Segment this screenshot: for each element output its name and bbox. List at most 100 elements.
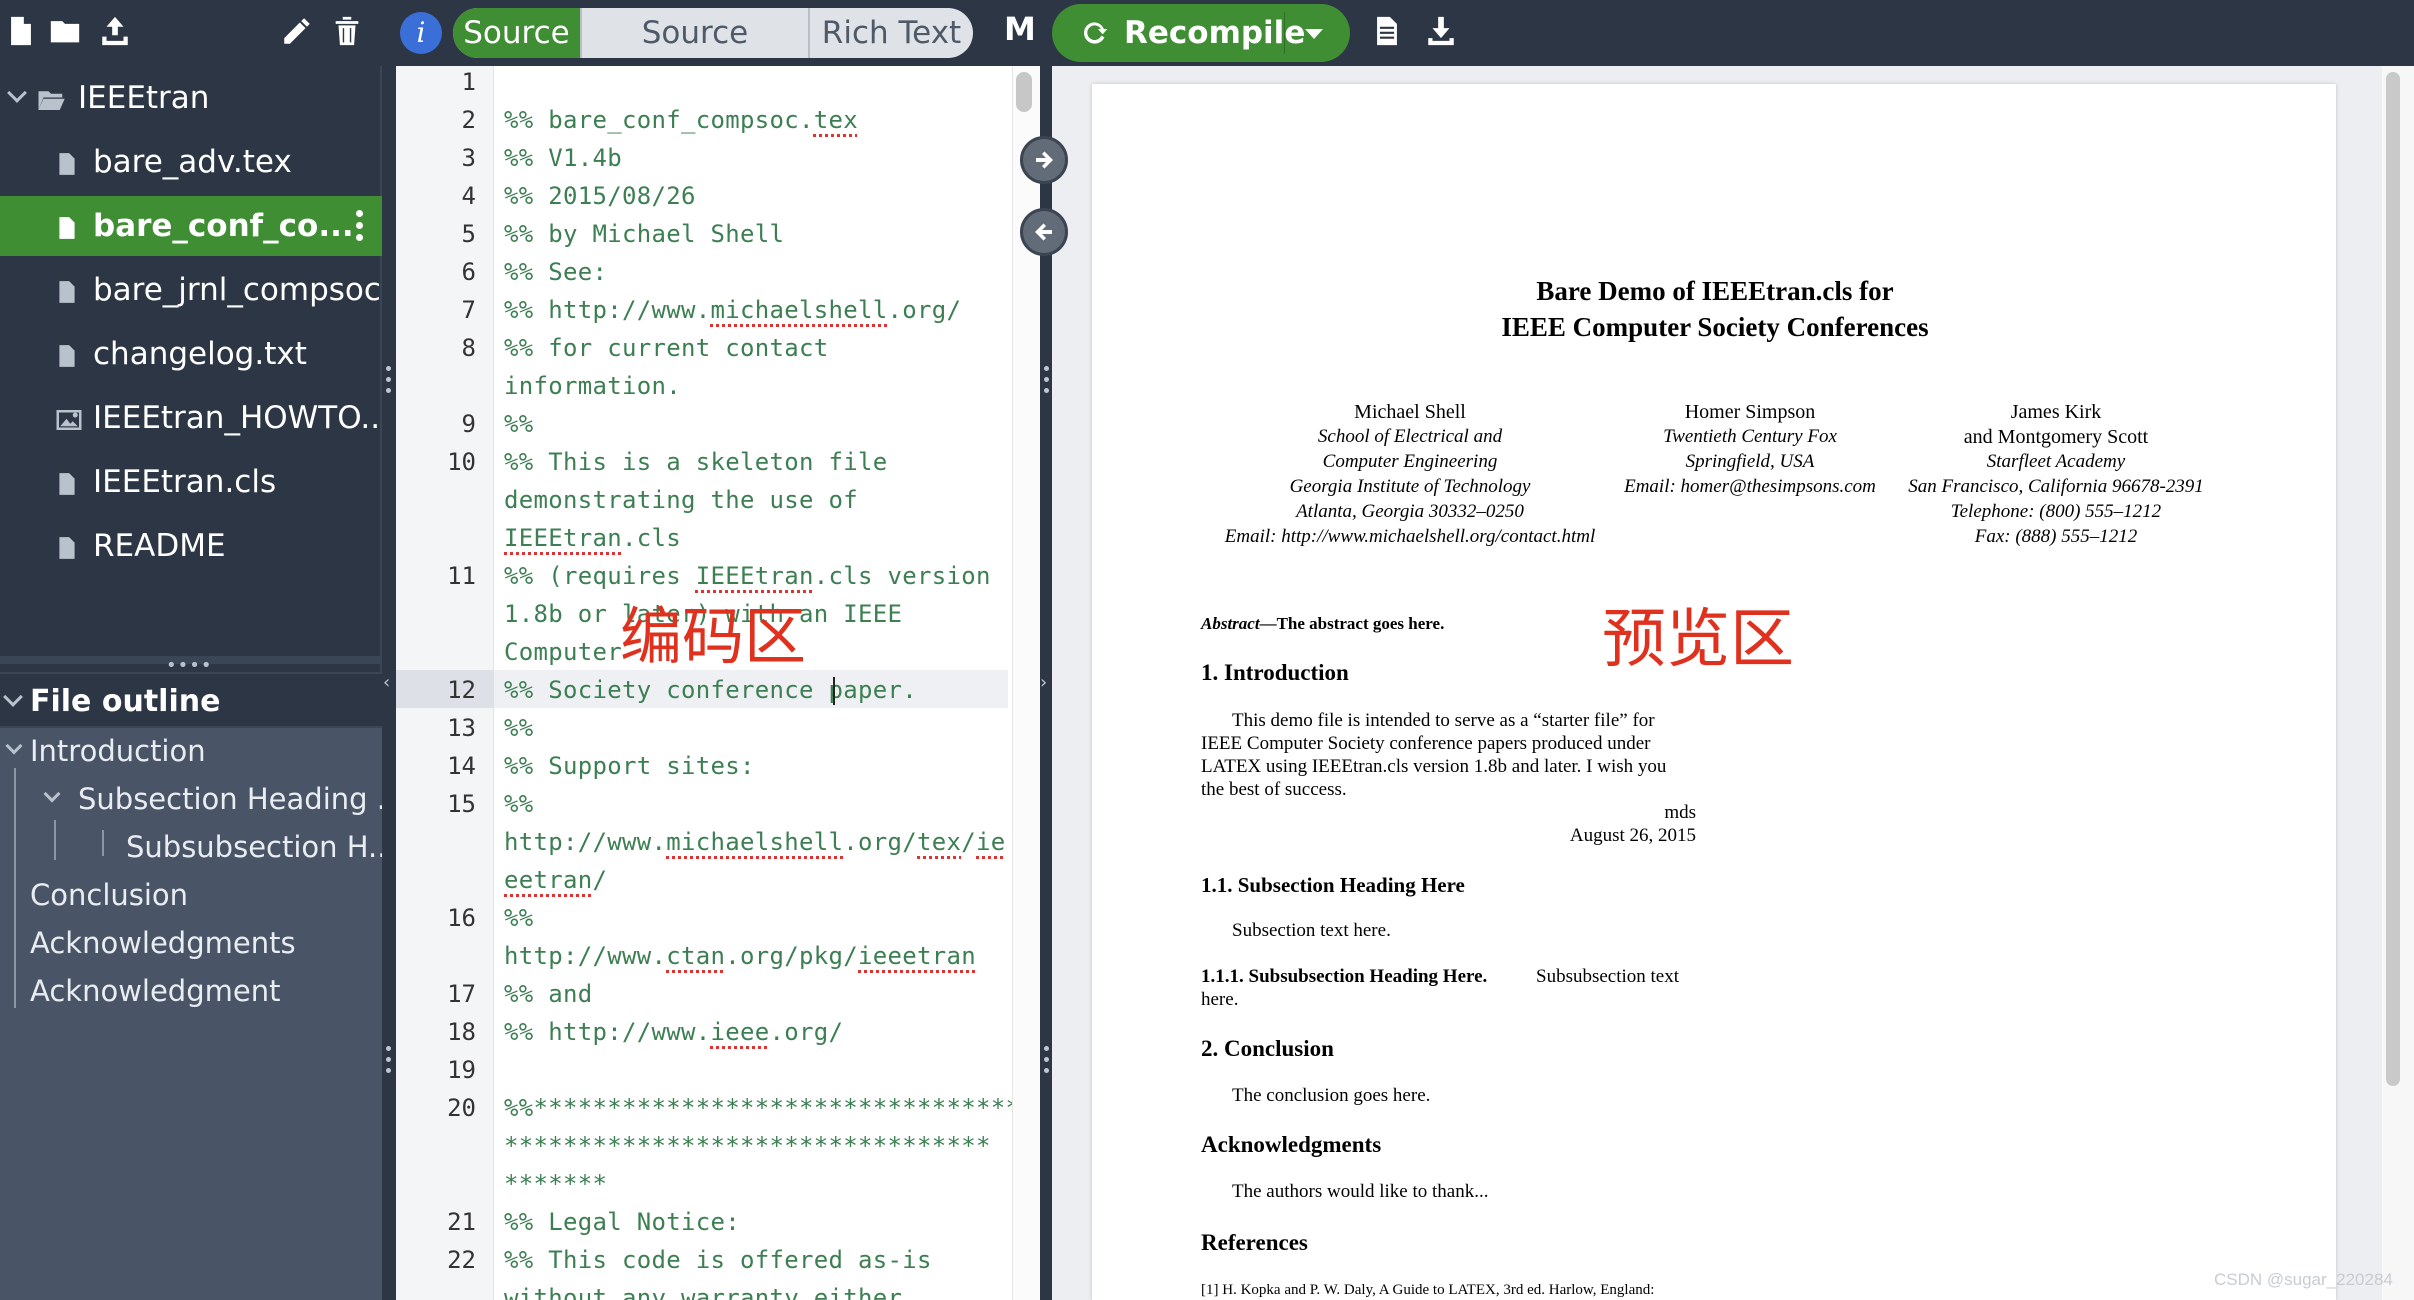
chevron-down-icon[interactable]	[43, 785, 61, 803]
folder-ieeetran[interactable]: IEEEtran	[0, 68, 382, 128]
recompile-divider	[1284, 12, 1285, 54]
code-line[interactable]: http://www.michaelshell.org/tex/ie	[504, 828, 1006, 856]
file-menu-icon[interactable]	[356, 210, 364, 242]
sync-to-pdf-button[interactable]	[1020, 136, 1068, 184]
file-item[interactable]: README	[0, 516, 382, 576]
outline-item[interactable]: Introduction	[30, 728, 206, 774]
collapse-editor-icon[interactable]: ›	[1040, 670, 1052, 696]
collapse-sidebar-icon[interactable]: ‹	[383, 670, 394, 696]
code-line[interactable]: %%	[504, 904, 534, 932]
subsection-heading: 1.1. Subsection Heading Here	[1201, 873, 1465, 897]
file-icon	[59, 153, 75, 175]
file-name: changelog.txt	[93, 336, 307, 372]
line-number-current: 12	[447, 676, 476, 704]
code-line[interactable]: %% bare_conf_compsoc.tex	[504, 106, 858, 134]
line-number: 3	[461, 144, 476, 172]
author-affiliation: Starfleet Academy	[1986, 451, 2126, 472]
code-line[interactable]: %%	[504, 714, 534, 742]
mode-rich-text-button[interactable]: Rich Text	[808, 8, 973, 58]
editor-annotation-label: 编码区	[620, 600, 807, 673]
new-file-icon[interactable]	[2, 14, 40, 52]
recompile-button[interactable]: Recompile	[1052, 4, 1350, 62]
line-number: 8	[461, 334, 476, 362]
code-line[interactable]: %% and	[504, 980, 593, 1008]
code-line[interactable]: %% Society conference paper.	[504, 676, 917, 704]
code-line[interactable]: eetran/	[504, 866, 607, 894]
author-affiliation: Georgia Institute of Technology	[1289, 476, 1531, 497]
chevron-down-icon[interactable]	[3, 687, 23, 707]
overflow-mode-label[interactable]: M	[1004, 10, 1036, 48]
code-line[interactable]: %%	[504, 790, 534, 818]
code-line[interactable]: IEEEtran.cls	[504, 524, 681, 552]
upload-icon[interactable]	[96, 14, 134, 52]
code-line[interactable]: *******	[504, 1170, 607, 1198]
drag-handle-icon[interactable]	[1043, 1046, 1049, 1084]
code-line[interactable]: demonstrating the use of	[504, 486, 858, 514]
file-name: bare_jrnl_compsoc...	[93, 272, 382, 308]
line-number: 18	[447, 1018, 476, 1046]
code-line[interactable]: %% See:	[504, 258, 607, 286]
section-heading: Acknowledgments	[1201, 1132, 1382, 1157]
code-line[interactable]: %% http://www.ieee.org/	[504, 1018, 843, 1046]
code-line[interactable]: %%	[504, 410, 534, 438]
outline-item[interactable]: Subsection Heading ...	[78, 776, 404, 822]
code-line[interactable]: %% Legal Notice:	[504, 1208, 740, 1236]
code-line[interactable]: %% This code is offered as-is	[504, 1246, 932, 1274]
outline-item[interactable]: Acknowledgment	[30, 968, 280, 1014]
paragraph-line: The conclusion goes here.	[1232, 1085, 1431, 1106]
sync-to-code-button[interactable]	[1020, 208, 1068, 256]
chevron-down-icon[interactable]	[7, 83, 27, 103]
code-line[interactable]: %%*********************************	[504, 1094, 1020, 1122]
drag-handle-icon[interactable]	[385, 1046, 391, 1084]
text-cursor	[833, 677, 835, 705]
code-line[interactable]: %% 2015/08/26	[504, 182, 696, 210]
outline-item[interactable]: Acknowledgments	[30, 920, 296, 966]
chevron-down-icon[interactable]	[1305, 29, 1323, 39]
chevron-down-icon[interactable]	[5, 737, 23, 755]
abstract: Abstract—The abstract goes here.	[1201, 614, 1444, 634]
logs-icon[interactable]	[1368, 14, 1406, 52]
line-number: 19	[447, 1056, 476, 1084]
preview-scrollbar-thumb[interactable]	[2386, 72, 2400, 1086]
file-outline-header[interactable]: File outline	[0, 672, 382, 728]
delete-icon[interactable]	[328, 14, 366, 52]
file-item[interactable]: bare_jrnl_compsoc...	[0, 260, 382, 320]
paper-title-line1: Bare Demo of IEEEtran.cls for	[1536, 276, 1894, 306]
download-pdf-icon[interactable]	[1422, 14, 1460, 52]
line-number: 2	[461, 106, 476, 134]
drag-handle-icon[interactable]	[1043, 366, 1049, 404]
file-item-selected[interactable]: bare_conf_co...	[0, 196, 382, 256]
file-item[interactable]: bare_adv.tex	[0, 132, 382, 192]
code-line[interactable]: information.	[504, 372, 681, 400]
drag-handle-icon[interactable]	[385, 366, 391, 404]
file-icon	[59, 217, 75, 239]
outline-item[interactable]: Subsubsection H...	[126, 824, 396, 870]
mode-source-legacy-button[interactable]: Source (legacy)	[580, 8, 808, 58]
mode-source-button[interactable]: Source	[453, 8, 580, 58]
code-line[interactable]: %% for current contact	[504, 334, 829, 362]
pdf-page[interactable]	[1092, 84, 2336, 1300]
code-line[interactable]: Computer	[504, 638, 622, 666]
line-number: 10	[447, 448, 476, 476]
file-item[interactable]: IEEEtran.cls	[0, 452, 382, 512]
line-number: 7	[461, 296, 476, 324]
code-line[interactable]: http://www.ctan.org/pkg/ieeetran	[504, 942, 976, 970]
paragraph-line: Subsubsection text	[1536, 966, 1680, 987]
file-item[interactable]: changelog.txt	[0, 324, 382, 384]
preview-annotation-label: 预览区	[1602, 603, 1794, 677]
code-line[interactable]: %% http://www.michaelshell.org/	[504, 296, 961, 324]
code-line[interactable]: %% Support sites:	[504, 752, 755, 780]
code-line[interactable]: without any warranty either	[504, 1284, 902, 1300]
editor-scrollbar-thumb[interactable]	[1016, 72, 1032, 112]
author-name: James Kirk	[2010, 401, 2102, 423]
rename-icon[interactable]	[278, 14, 316, 52]
code-line[interactable]: *********************************	[504, 1132, 991, 1160]
code-line[interactable]: %% by Michael Shell	[504, 220, 784, 248]
info-button[interactable]: i	[400, 12, 442, 54]
code-line[interactable]: %% This is a skeleton file	[504, 448, 888, 476]
outline-item[interactable]: Conclusion	[30, 872, 188, 918]
code-line[interactable]: %% V1.4b	[504, 144, 622, 172]
file-icon	[59, 281, 75, 303]
new-folder-icon[interactable]	[46, 14, 84, 52]
file-item[interactable]: IEEEtran_HOWTO...	[0, 388, 382, 448]
